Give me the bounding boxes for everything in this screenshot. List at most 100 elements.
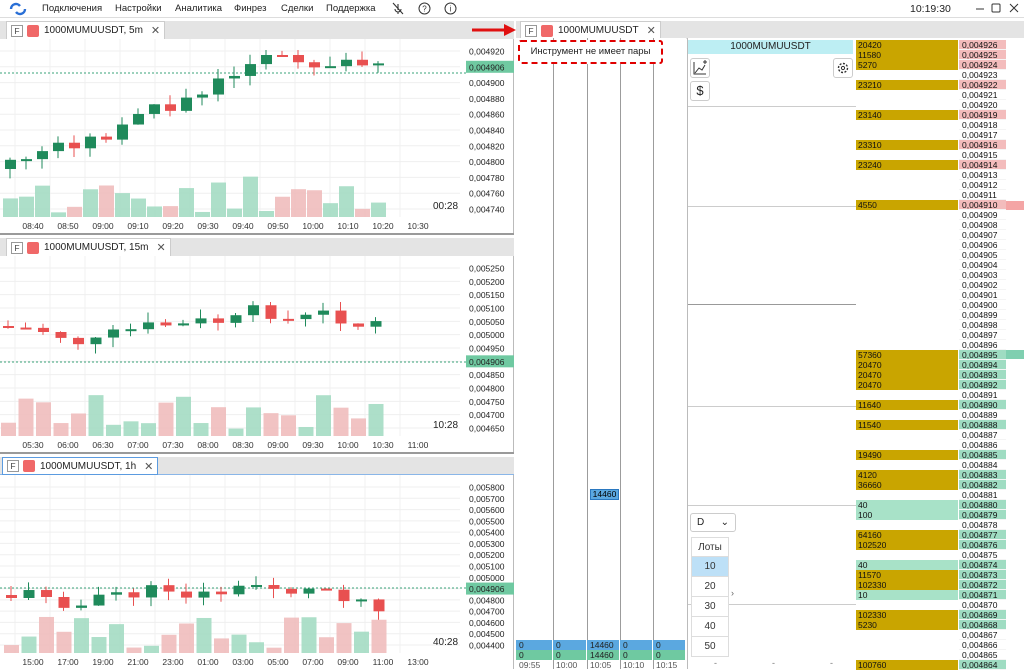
f-icon[interactable]: F: [11, 241, 23, 254]
book-price[interactable]: 0,004913: [959, 170, 1006, 180]
book-price[interactable]: 0,004925: [959, 50, 1006, 60]
book-price[interactable]: 0,004866: [959, 640, 1006, 650]
book-price[interactable]: 0,004920: [959, 100, 1006, 110]
book-volume[interactable]: [856, 340, 958, 350]
book-volume[interactable]: 100: [856, 510, 958, 520]
book-price[interactable]: 0,004914: [959, 160, 1006, 170]
book-volume[interactable]: 102520: [856, 540, 958, 550]
book-price[interactable]: 0,004900: [959, 300, 1006, 310]
book-price[interactable]: 0,004880: [959, 500, 1006, 510]
book-volume[interactable]: 20470: [856, 370, 958, 380]
book-volume[interactable]: [856, 170, 958, 180]
book-price[interactable]: 0,004911: [959, 190, 1006, 200]
menu-deals[interactable]: Сделки: [281, 3, 313, 14]
book-price[interactable]: 0,004909: [959, 210, 1006, 220]
mute-icon[interactable]: [392, 2, 404, 15]
book-price[interactable]: 0,004885: [959, 450, 1006, 460]
book-volume[interactable]: 40: [856, 560, 958, 570]
chart-panel-5m[interactable]: 0,004920 0,004906 0,004900 0,004880 0,004860…: [0, 39, 514, 233]
book-volume[interactable]: [856, 650, 958, 660]
dollar-button[interactable]: $: [690, 81, 710, 101]
app-logo-icon[interactable]: [8, 2, 28, 16]
tab-chart-1h[interactable]: F 1000MUMUUSDT, 1h ✕: [2, 457, 159, 475]
book-price[interactable]: 0,004875: [959, 550, 1006, 560]
tab-dom[interactable]: F 1000MUMUUSDT ✕: [520, 21, 661, 39]
book-price[interactable]: 0,004877: [959, 530, 1006, 540]
book-volume[interactable]: [856, 430, 958, 440]
book-price[interactable]: 0,004881: [959, 490, 1006, 500]
book-price[interactable]: 0,004899: [959, 310, 1006, 320]
book-volume[interactable]: [856, 410, 958, 420]
book-price[interactable]: 0,004918: [959, 120, 1006, 130]
book-price[interactable]: 0,004888: [959, 420, 1006, 430]
book-price[interactable]: 0,004869: [959, 610, 1006, 620]
book-volume[interactable]: [856, 520, 958, 530]
chart-5m-svg[interactable]: 0,004920 0,004906 0,004900 0,004880 0,004860…: [0, 39, 514, 233]
book-volume[interactable]: 11640: [856, 400, 958, 410]
book-volume[interactable]: [856, 70, 958, 80]
menu-analytics[interactable]: Аналитика: [175, 3, 222, 14]
book-volume[interactable]: 19490: [856, 450, 958, 460]
close-icon[interactable]: ✕: [647, 24, 656, 37]
f-icon[interactable]: F: [7, 460, 19, 472]
book-volume[interactable]: 4120: [856, 470, 958, 480]
lot-option[interactable]: 50: [691, 637, 729, 657]
book-price[interactable]: 0,004884: [959, 460, 1006, 470]
book-volume[interactable]: 5230: [856, 620, 958, 630]
book-volume[interactable]: [856, 290, 958, 300]
book-price[interactable]: 0,004906: [959, 240, 1006, 250]
book-volume[interactable]: [856, 120, 958, 130]
lot-option[interactable]: 30: [691, 597, 729, 617]
book-volume[interactable]: 20470: [856, 360, 958, 370]
book-price[interactable]: 0,004910: [959, 200, 1006, 210]
book-volume[interactable]: [856, 630, 958, 640]
book-price[interactable]: 0,004878: [959, 520, 1006, 530]
f-icon[interactable]: F: [525, 24, 537, 37]
menu-connections[interactable]: Подключения: [42, 3, 102, 14]
book-volume[interactable]: [856, 600, 958, 610]
cluster-panel[interactable]: [516, 38, 686, 669]
book-price[interactable]: 0,004874: [959, 560, 1006, 570]
book-price[interactable]: 0,004894: [959, 360, 1006, 370]
book-volume[interactable]: [856, 320, 958, 330]
book-volume[interactable]: [856, 460, 958, 470]
book-volume[interactable]: [856, 230, 958, 240]
book-price[interactable]: 0,004887: [959, 430, 1006, 440]
book-price[interactable]: 0,004902: [959, 280, 1006, 290]
book-volume[interactable]: 40: [856, 500, 958, 510]
panel-divider[interactable]: [0, 452, 514, 454]
chart-1h-svg[interactable]: 0,0058000,0057000,0056000,005500 0,005400…: [0, 475, 514, 669]
book-price[interactable]: 0,004893: [959, 370, 1006, 380]
settings-button[interactable]: [833, 58, 853, 78]
book-volume[interactable]: 102330: [856, 580, 958, 590]
lot-option[interactable]: 40: [691, 617, 729, 637]
lot-option[interactable]: 10: [691, 557, 729, 577]
book-price[interactable]: 0,004907: [959, 230, 1006, 240]
book-price[interactable]: 0,004904: [959, 260, 1006, 270]
book-volume[interactable]: [856, 90, 958, 100]
book-price[interactable]: 0,004926: [959, 40, 1006, 50]
book-volume[interactable]: 102330: [856, 610, 958, 620]
chart-panel-1h[interactable]: 0,005800 0,005700 0,005600 0,005500 0,005400…: [0, 475, 514, 669]
book-price[interactable]: 0,004892: [959, 380, 1006, 390]
book-volume[interactable]: [856, 180, 958, 190]
book-volume[interactable]: [856, 130, 958, 140]
panel-divider[interactable]: [0, 233, 514, 235]
book-price[interactable]: 0,004868: [959, 620, 1006, 630]
book-volume[interactable]: [856, 440, 958, 450]
book-volume[interactable]: [856, 270, 958, 280]
book-price[interactable]: 0,004919: [959, 110, 1006, 120]
chart-add-button[interactable]: [690, 58, 710, 78]
book-price[interactable]: 0,004921: [959, 90, 1006, 100]
book-volume[interactable]: [856, 150, 958, 160]
book-price[interactable]: 0,004915: [959, 150, 1006, 160]
info-icon[interactable]: i: [444, 2, 457, 15]
book-price[interactable]: 0,004886: [959, 440, 1006, 450]
book-price[interactable]: 0,004889: [959, 410, 1006, 420]
book-volume[interactable]: 23210: [856, 80, 958, 90]
chart-15m-svg[interactable]: 0,005250 0,005200 0,005150 0,005100 0,005050…: [0, 256, 514, 452]
book-volume[interactable]: 11540: [856, 420, 958, 430]
book-price[interactable]: 0,004879: [959, 510, 1006, 520]
book-price[interactable]: 0,004876: [959, 540, 1006, 550]
book-volume[interactable]: 64160: [856, 530, 958, 540]
